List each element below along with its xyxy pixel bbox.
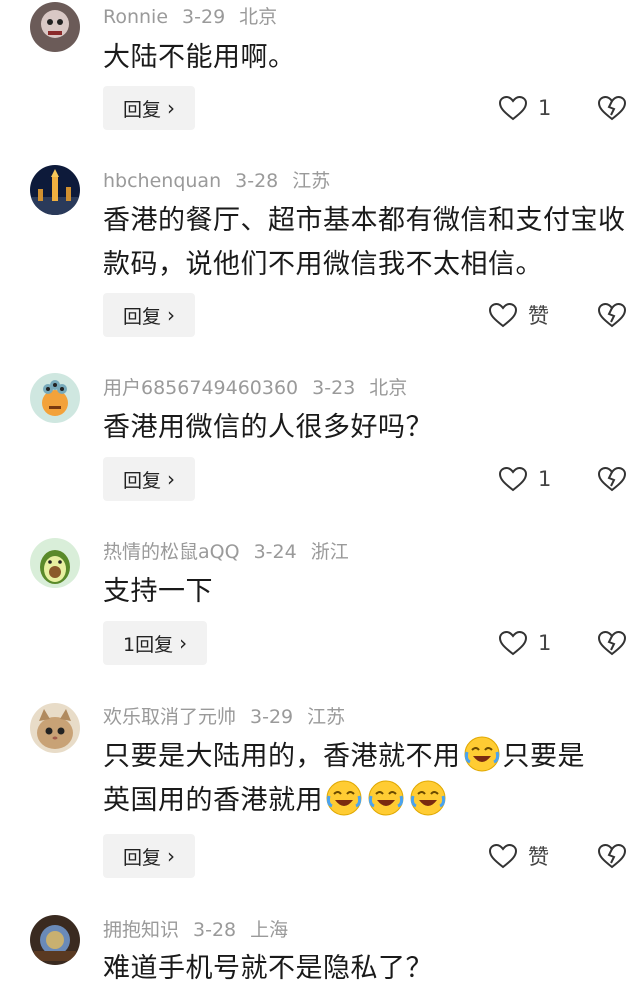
broken-heart-icon bbox=[597, 843, 627, 869]
like-button[interactable]: 赞 bbox=[488, 293, 549, 337]
comment-location: 江苏 bbox=[307, 706, 346, 728]
heart-icon bbox=[498, 95, 528, 121]
like-count: 赞 bbox=[528, 845, 549, 869]
reply-button[interactable]: 回复 › bbox=[103, 834, 196, 878]
avatar[interactable] bbox=[30, 2, 80, 52]
username[interactable]: 欢乐取消了元帅 bbox=[103, 706, 236, 728]
comment-date: 3-28 bbox=[235, 170, 279, 192]
broken-heart-icon bbox=[597, 95, 627, 121]
heart-icon bbox=[498, 466, 528, 492]
comment-text: 香港用微信的人很多好吗？ bbox=[103, 412, 433, 443]
comment-location: 江苏 bbox=[292, 170, 331, 192]
heart-icon bbox=[498, 630, 528, 656]
comment-text-part2: 只要是 bbox=[502, 741, 585, 772]
comment-meta: 欢乐取消了元帅 3-29 江苏 bbox=[103, 705, 359, 729]
laughing-crying-emoji bbox=[368, 780, 404, 816]
heart-icon bbox=[488, 843, 518, 869]
username[interactable]: 拥抱知识 bbox=[103, 919, 179, 941]
username[interactable]: 用户6856749460360 bbox=[103, 377, 298, 399]
dislike-button[interactable] bbox=[597, 834, 627, 878]
like-button[interactable]: 1 bbox=[498, 86, 551, 130]
avatar[interactable] bbox=[30, 703, 80, 753]
laughing-crying-emoji bbox=[410, 780, 446, 816]
comment-meta: Ronnie 3-29 北京 bbox=[103, 5, 291, 29]
dislike-button[interactable] bbox=[597, 457, 627, 501]
laughing-crying-emoji bbox=[326, 780, 362, 816]
username[interactable]: 热情的松鼠aQQ bbox=[103, 541, 240, 563]
like-button[interactable]: 1 bbox=[498, 621, 551, 665]
reply-label: 回复 bbox=[123, 846, 162, 869]
like-count: 1 bbox=[538, 631, 552, 655]
chevron-right-icon: › bbox=[179, 631, 188, 655]
reply-button[interactable]: 回复 › bbox=[103, 293, 196, 337]
reply-button[interactable]: 回复 › bbox=[103, 457, 196, 501]
comment-date: 3-28 bbox=[193, 919, 237, 941]
comment-text-line2: 英国用的香港就用 bbox=[103, 785, 323, 816]
dislike-button[interactable] bbox=[597, 293, 627, 337]
comment-text: 难道手机号就不是隐私了？ bbox=[103, 953, 433, 984]
chevron-right-icon: › bbox=[167, 96, 176, 120]
comment-location: 上海 bbox=[250, 919, 289, 941]
chevron-right-icon: › bbox=[167, 467, 176, 491]
comment-meta: 热情的松鼠aQQ 3-24 浙江 bbox=[103, 540, 363, 564]
comment-date: 3-23 bbox=[312, 377, 356, 399]
chevron-right-icon: › bbox=[167, 303, 176, 327]
comment-text: 支持一下 bbox=[103, 576, 213, 607]
reply-label: 1回复 bbox=[123, 633, 174, 656]
avatar[interactable] bbox=[30, 538, 80, 588]
like-count: 1 bbox=[538, 96, 552, 120]
comment-date: 3-29 bbox=[250, 706, 294, 728]
like-button[interactable]: 赞 bbox=[488, 834, 549, 878]
reply-label: 回复 bbox=[123, 469, 162, 492]
comment-text: 香港的餐厅、超市基本都有微信和支付宝收款码，说他们不用微信我不太相信。 bbox=[103, 205, 626, 280]
comment-date: 3-29 bbox=[182, 6, 226, 28]
reply-button[interactable]: 1回复 › bbox=[103, 621, 208, 665]
avatar[interactable] bbox=[30, 165, 80, 215]
avatar[interactable] bbox=[30, 373, 80, 423]
comment-location: 北京 bbox=[369, 377, 408, 399]
username[interactable]: hbchenquan bbox=[103, 170, 221, 192]
like-count: 1 bbox=[538, 467, 552, 491]
comment-location: 北京 bbox=[239, 6, 278, 28]
laughing-crying-emoji bbox=[464, 736, 499, 772]
comment-meta: hbchenquan 3-28 江苏 bbox=[103, 169, 344, 193]
chevron-right-icon: › bbox=[167, 844, 176, 868]
reply-button[interactable]: 回复 › bbox=[103, 86, 196, 130]
username[interactable]: Ronnie bbox=[103, 6, 168, 28]
like-button[interactable]: 1 bbox=[498, 457, 551, 501]
comment-meta: 拥抱知识 3-28 上海 bbox=[103, 918, 302, 942]
comment-location: 浙江 bbox=[310, 541, 349, 563]
comment-meta: 用户6856749460360 3-23 北京 bbox=[103, 376, 421, 400]
comment-text: 只要是大陆用的，香港就不用 只要是 英国用的香港就用 bbox=[103, 735, 630, 823]
comment-text-part1: 只要是大陆用的，香港就不用 bbox=[103, 741, 461, 772]
reply-label: 回复 bbox=[123, 305, 162, 328]
comment-text: 大陆不能用啊。 bbox=[103, 42, 296, 73]
dislike-button[interactable] bbox=[597, 86, 627, 130]
comment-date: 3-24 bbox=[253, 541, 297, 563]
dislike-button[interactable] bbox=[597, 621, 627, 665]
heart-icon bbox=[488, 302, 518, 328]
broken-heart-icon bbox=[597, 630, 627, 656]
broken-heart-icon bbox=[597, 466, 627, 492]
avatar[interactable] bbox=[30, 915, 80, 965]
reply-label: 回复 bbox=[123, 98, 162, 121]
like-count: 赞 bbox=[528, 304, 549, 328]
broken-heart-icon bbox=[597, 302, 627, 328]
